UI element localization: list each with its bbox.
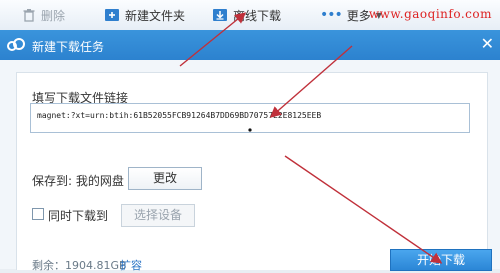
select-device-button[interactable]: 选择设备 — [121, 204, 195, 227]
expand-link[interactable]: 扩容 — [120, 257, 142, 273]
download-link-input[interactable]: magnet:?xt=urn:btih:61B52055FCB91264B7DD… — [30, 103, 470, 133]
delete-label: 删除 — [41, 8, 66, 23]
change-button[interactable]: 更改 — [128, 167, 202, 190]
sync-download-label: 同时下载到 — [48, 209, 109, 223]
offline-download-label: 离线下载 — [233, 8, 282, 23]
watermark-text: www.gaoqinfo.com — [368, 7, 492, 21]
close-icon[interactable]: ✕ — [481, 35, 494, 53]
sync-download-checkbox[interactable] — [32, 208, 44, 220]
top-toolbar: 删除 新建文件夹 离线下载 ••• 更多 ▼ www.gaoqinfo.com — [0, 0, 500, 31]
new-folder-label: 新建文件夹 — [125, 8, 186, 23]
add-folder-icon — [105, 9, 119, 21]
trash-icon — [23, 9, 35, 22]
more-dots-icon: ••• — [320, 7, 343, 23]
offline-download-button[interactable]: 离线下载 — [212, 6, 281, 24]
save-to-label: 保存到: 我的网盘 — [32, 174, 124, 188]
dialog-titlebar: 新建下载任务 ✕ — [0, 30, 500, 60]
quota-text: 剩余：1904.81GB — [32, 259, 127, 272]
start-download-button[interactable]: 开始下载 — [390, 249, 492, 271]
cloud-app-icon — [7, 38, 25, 51]
more-label: 更多 — [346, 8, 371, 23]
delete-button[interactable]: 删除 — [22, 6, 65, 24]
dialog-title: 新建下载任务 — [32, 40, 105, 54]
download-icon — [213, 9, 227, 21]
new-folder-button[interactable]: 新建文件夹 — [104, 6, 185, 24]
